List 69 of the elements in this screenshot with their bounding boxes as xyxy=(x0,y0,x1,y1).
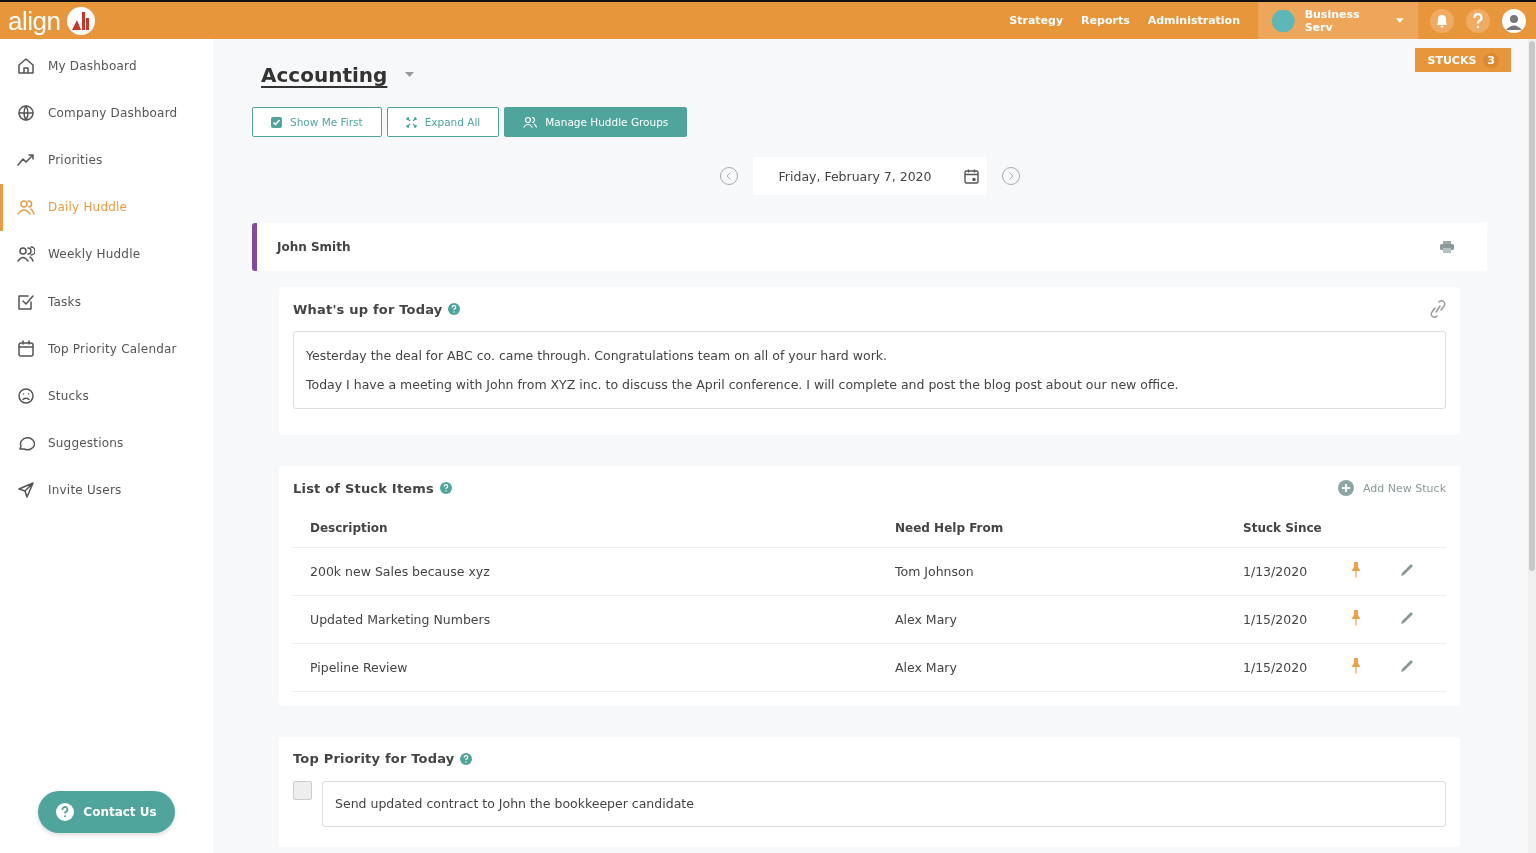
sidebar-item[interactable]: Suggestions xyxy=(0,419,213,467)
priority-field[interactable]: Send updated contract to John the bookkeeper candidate xyxy=(322,780,1446,827)
sidebar-item[interactable]: Priorities xyxy=(0,136,213,184)
table-cell: 200k new Sales because xyz xyxy=(310,563,490,579)
section-title: What's up for Today xyxy=(293,301,443,317)
help-icon[interactable] xyxy=(440,482,452,494)
member-name: John Smith xyxy=(277,240,351,254)
date-field[interactable]: Friday, February 7, 2020 xyxy=(752,157,987,195)
group-title[interactable]: Accounting xyxy=(261,63,388,87)
paper-plane-icon xyxy=(17,481,35,500)
count-badge: 3 xyxy=(1483,52,1499,68)
calendar-icon xyxy=(963,168,979,184)
help-icon[interactable] xyxy=(1466,8,1490,33)
help-icon[interactable] xyxy=(460,752,473,765)
next-icon[interactable] xyxy=(1000,166,1021,186)
speech-bubble-icon xyxy=(17,434,35,453)
help-icon xyxy=(56,803,75,821)
column-header: Need Help From xyxy=(878,510,1226,547)
sidebar-item[interactable]: Weekly Huddle xyxy=(0,230,213,278)
previous-icon[interactable] xyxy=(718,166,739,186)
pin-icon[interactable] xyxy=(1351,609,1361,626)
notification-bell-icon[interactable] xyxy=(1430,8,1454,33)
column-header: Stuck Since xyxy=(1226,510,1351,547)
sidebar-item[interactable]: Invite Users xyxy=(0,466,213,514)
people-icon xyxy=(523,116,538,128)
table-cell: Updated Marketing Numbers xyxy=(310,611,491,627)
expand-icon xyxy=(405,116,417,128)
people-icon xyxy=(17,198,35,217)
sad-face-icon xyxy=(17,386,35,405)
pencil-icon[interactable] xyxy=(1398,609,1415,626)
text-line: Yesterday the deal for ABC co. came through. Congratulations team on all of your hard work. xyxy=(306,348,888,363)
print-icon[interactable] xyxy=(1440,241,1454,253)
avatar-icon[interactable] xyxy=(1502,8,1526,33)
pin-icon[interactable] xyxy=(1351,657,1361,674)
logo-icon xyxy=(66,5,97,36)
table-cell: Pipeline Review xyxy=(310,659,408,675)
table-cell: Alex Mary xyxy=(895,611,957,627)
pencil-icon[interactable] xyxy=(1398,657,1415,674)
pencil-icon[interactable] xyxy=(1398,561,1415,578)
company-logo-icon xyxy=(1272,8,1295,33)
section-title: Top Priority for Today xyxy=(293,751,455,766)
sidebar-item[interactable]: Top Priority Calendar xyxy=(0,325,213,373)
table-cell: Alex Mary xyxy=(895,659,957,675)
text-line: Today I have a meeting with John from XYZ inc. to discuss the April conference. I will complete and post the blog post about our new office. xyxy=(306,377,1180,392)
sidebar-item[interactable]: Stucks xyxy=(0,372,213,420)
home-icon xyxy=(17,56,35,75)
checkbox[interactable] xyxy=(293,780,312,800)
checkbox-icon xyxy=(17,292,35,311)
sidebar-item[interactable]: My Dashboard xyxy=(0,42,213,90)
help-icon[interactable] xyxy=(448,303,461,315)
plus-icon xyxy=(1338,480,1355,496)
section-title: List of Stuck Items xyxy=(293,480,434,496)
pin-icon[interactable] xyxy=(1351,561,1361,578)
column-header: Description xyxy=(293,510,878,547)
group-icon xyxy=(17,245,35,264)
table-cell: 1/15/2020 xyxy=(1243,659,1308,675)
table-cell: 1/13/2020 xyxy=(1243,563,1308,579)
scrollbar-thumb[interactable] xyxy=(1529,41,1535,571)
text-area[interactable] xyxy=(293,331,1446,409)
globe-icon xyxy=(17,103,35,122)
table-cell: 1/15/2020 xyxy=(1243,611,1308,627)
link-icon[interactable] xyxy=(1430,300,1446,318)
caret-icon xyxy=(1396,17,1404,24)
caret-icon[interactable] xyxy=(405,72,415,78)
checkbox-icon xyxy=(271,116,282,128)
sidebar-item[interactable]: Company Dashboard xyxy=(0,89,213,137)
table-cell: Tom Johnson xyxy=(895,563,974,579)
sidebar-item[interactable]: Tasks xyxy=(0,277,213,326)
calendar-icon xyxy=(17,339,35,358)
